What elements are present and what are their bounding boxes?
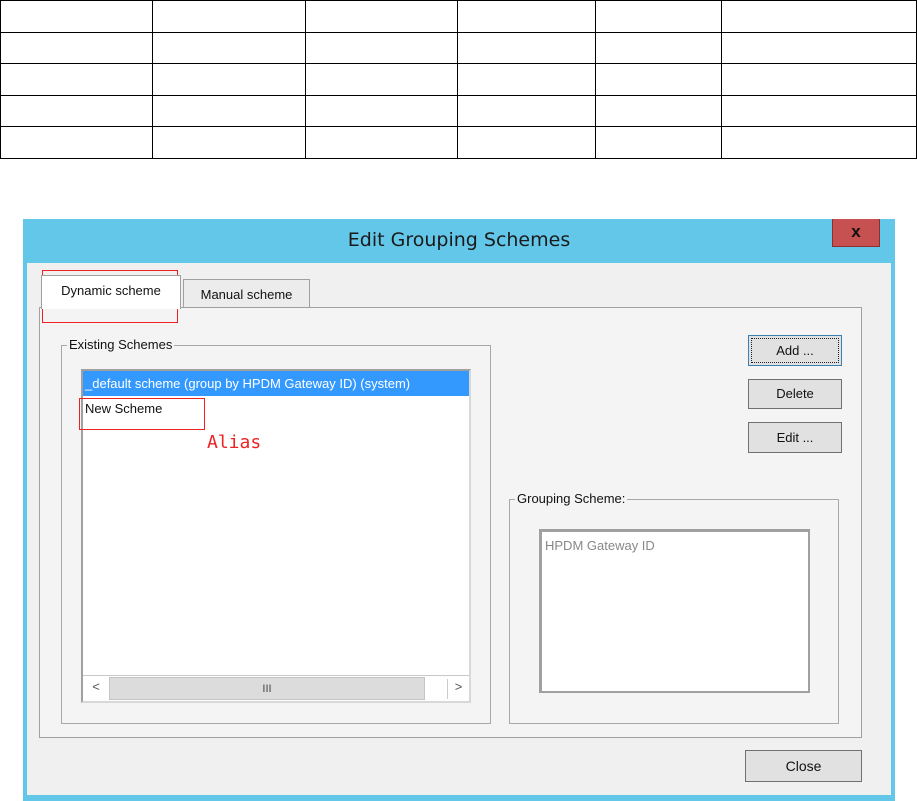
table-cell xyxy=(304,63,459,96)
table-cell xyxy=(0,0,153,33)
table-cell xyxy=(151,63,306,96)
edit-grouping-schemes-dialog: Edit Grouping Schemes x Dynamic scheme M… xyxy=(23,219,895,801)
table-cell xyxy=(721,63,917,96)
close-x-button[interactable]: x xyxy=(832,219,880,247)
empty-table xyxy=(0,0,917,159)
table-cell xyxy=(151,0,306,33)
grouping-scheme-label: Grouping Scheme: xyxy=(515,491,628,506)
table-cell xyxy=(595,31,723,65)
dialog-client-area: Dynamic scheme Manual scheme Existing Sc… xyxy=(27,263,891,795)
table-cell xyxy=(595,126,723,159)
table-cell xyxy=(721,31,917,65)
existing-schemes-label: Existing Schemes xyxy=(67,337,175,352)
table-cell xyxy=(721,94,917,128)
scroll-thumb[interactable]: III xyxy=(109,677,425,700)
table-row xyxy=(0,94,917,128)
table-cell xyxy=(457,126,597,159)
table-cell xyxy=(304,31,459,65)
table-cell xyxy=(721,126,917,159)
scroll-left-arrow-icon[interactable]: < xyxy=(85,679,107,699)
table-cell xyxy=(304,0,459,33)
table-row xyxy=(0,63,917,96)
horizontal-scrollbar[interactable]: < III > xyxy=(83,675,469,701)
table-cell xyxy=(595,94,723,128)
tab-dynamic-scheme[interactable]: Dynamic scheme xyxy=(41,275,181,309)
table-row xyxy=(0,126,917,159)
table-cell xyxy=(457,31,597,65)
table-cell xyxy=(0,94,153,128)
table-cell xyxy=(721,0,917,33)
alias-annotation: Alias xyxy=(207,432,262,453)
table-cell xyxy=(595,0,723,33)
tab-manual-scheme[interactable]: Manual scheme xyxy=(183,279,310,307)
edit-button[interactable]: Edit ... xyxy=(748,422,842,453)
table-cell xyxy=(457,63,597,96)
add-button[interactable]: Add ... xyxy=(748,335,842,366)
highlight-new-scheme xyxy=(79,398,205,430)
table-row xyxy=(0,31,917,65)
table-cell xyxy=(0,126,153,159)
list-item-default-scheme[interactable]: _default scheme (group by HPDM Gateway I… xyxy=(83,371,469,396)
table-cell xyxy=(0,63,153,96)
table-cell xyxy=(457,94,597,128)
grouping-scheme-box: HPDM Gateway ID xyxy=(539,529,810,693)
table-cell xyxy=(151,94,306,128)
table-cell xyxy=(457,0,597,33)
table-cell xyxy=(151,126,306,159)
delete-button[interactable]: Delete xyxy=(748,379,842,409)
table-row xyxy=(0,0,917,33)
scroll-right-arrow-icon[interactable]: > xyxy=(447,679,469,699)
table-cell xyxy=(304,94,459,128)
dialog-title: Edit Grouping Schemes xyxy=(347,229,571,251)
grouping-scheme-value: HPDM Gateway ID xyxy=(545,538,655,553)
close-button[interactable]: Close xyxy=(745,750,862,782)
table-cell xyxy=(304,126,459,159)
table-cell xyxy=(0,31,153,65)
table-cell xyxy=(151,31,306,65)
table-cell xyxy=(595,63,723,96)
